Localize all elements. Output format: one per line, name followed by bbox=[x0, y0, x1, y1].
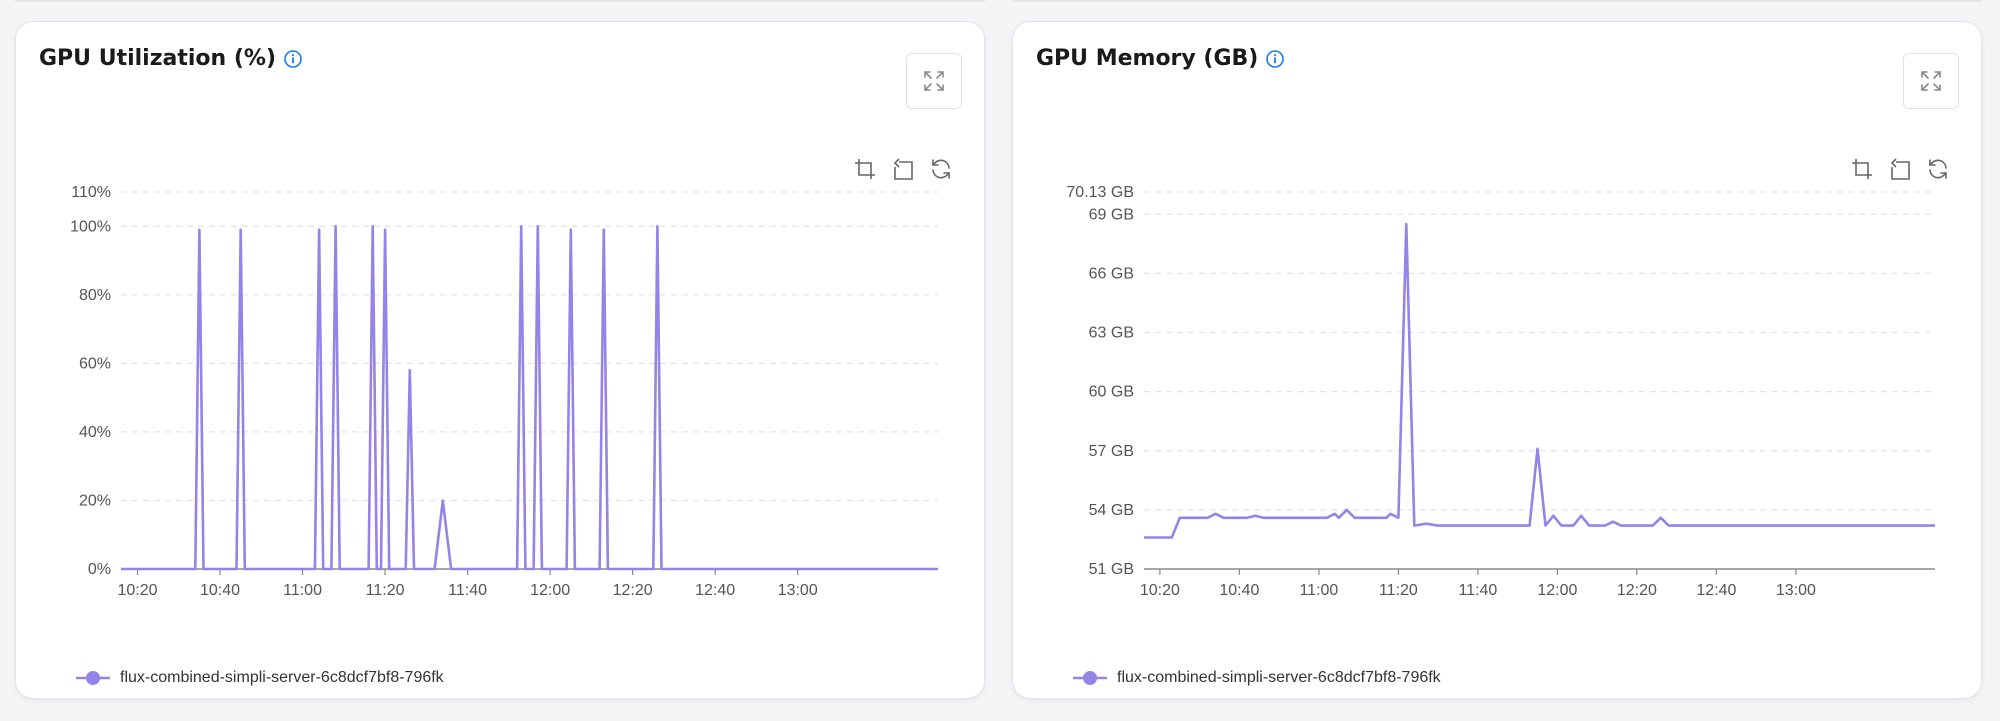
y-tick-label: 0% bbox=[88, 561, 111, 578]
legend-label: flux-combined-simpli-server-6c8dcf7bf8-7… bbox=[1117, 669, 1441, 686]
x-tick-label: 10:20 bbox=[1140, 582, 1180, 599]
legend-item[interactable]: flux-combined-simpli-server-6c8dcf7bf8-7… bbox=[76, 669, 444, 687]
x-tick-label: 10:20 bbox=[117, 582, 157, 599]
gpu-memory-chart[interactable]: 51 GB 54 GB 57 GB 60 GB 63 GB 66 GB 69 GB 70.13… bbox=[1013, 22, 1983, 700]
x-tick-label: 11:40 bbox=[448, 582, 487, 599]
gpu-memory-panel: GPU Memory (GB) 51 GB 54 GB 57 GB 60 GB … bbox=[1012, 21, 1982, 699]
previous-panel-edge bbox=[1012, 0, 1982, 2]
x-tick-label: 12:20 bbox=[613, 582, 653, 599]
y-tick-label: 110% bbox=[71, 184, 111, 201]
y-tick-label: 100% bbox=[70, 218, 111, 235]
x-tick-label: 13:00 bbox=[778, 582, 818, 599]
y-tick-label: 70.13 GB bbox=[1066, 184, 1134, 201]
y-tick-label: 57 GB bbox=[1089, 443, 1134, 460]
x-tick-label: 13:00 bbox=[1776, 582, 1816, 599]
legend-item[interactable]: flux-combined-simpli-server-6c8dcf7bf8-7… bbox=[1073, 669, 1441, 687]
x-tick-label: 12:00 bbox=[530, 582, 570, 599]
x-tick-label: 12:00 bbox=[1537, 582, 1577, 599]
x-tick-label: 11:20 bbox=[366, 582, 405, 599]
gpu-utilization-chart[interactable]: 0% 20% 40% 60% 80% 100% 110% 10:20 10:40 11:00 11:… bbox=[16, 22, 986, 700]
y-tick-label: 51 GB bbox=[1089, 561, 1134, 578]
y-tick-label: 63 GB bbox=[1089, 325, 1134, 342]
previous-panel-edge bbox=[15, 0, 985, 2]
x-tick-label: 12:20 bbox=[1617, 582, 1657, 599]
x-tick-label: 11:20 bbox=[1379, 582, 1418, 599]
y-tick-label: 69 GB bbox=[1089, 206, 1134, 223]
legend-marker bbox=[76, 671, 110, 685]
x-tick-label: 10:40 bbox=[200, 582, 240, 599]
y-tick-label: 66 GB bbox=[1089, 265, 1134, 282]
x-tick-label: 10:40 bbox=[1219, 582, 1259, 599]
y-tick-label: 80% bbox=[79, 287, 111, 304]
x-tick-label: 12:40 bbox=[695, 582, 735, 599]
x-tick-label: 12:40 bbox=[1696, 582, 1736, 599]
y-tick-label: 60% bbox=[79, 355, 111, 372]
x-tick-label: 11:00 bbox=[1299, 582, 1338, 599]
series-line bbox=[1144, 222, 1935, 539]
y-tick-label: 54 GB bbox=[1089, 502, 1134, 519]
x-tick-label: 11:00 bbox=[283, 582, 322, 599]
legend-label: flux-combined-simpli-server-6c8dcf7bf8-7… bbox=[120, 669, 444, 686]
legend-marker bbox=[1073, 671, 1107, 685]
y-tick-label: 40% bbox=[79, 424, 111, 441]
series-line bbox=[121, 225, 938, 571]
y-tick-label: 60 GB bbox=[1089, 384, 1134, 401]
y-tick-label: 20% bbox=[79, 492, 111, 509]
x-tick-label: 11:40 bbox=[1458, 582, 1497, 599]
gpu-utilization-panel: GPU Utilization (%) 0% 20% 40% 60% 80% 1… bbox=[15, 21, 985, 699]
